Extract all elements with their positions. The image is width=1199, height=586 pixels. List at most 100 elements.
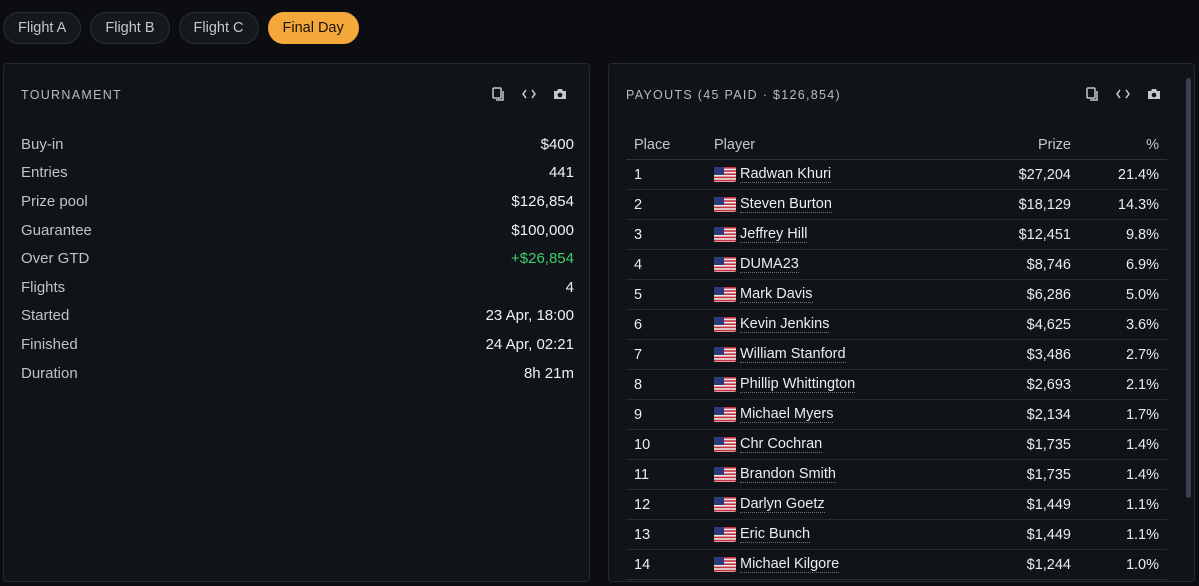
place-cell: 12 [626,489,706,520]
place-cell: 6 [626,309,706,340]
table-row: 11 Brandon Smith $1,735 1.4% [626,459,1167,490]
copy-icon[interactable] [491,86,505,102]
payouts-scrollbar[interactable] [1186,78,1191,498]
place-cell: 4 [626,249,706,280]
payouts-header-row: Place Player Prize % [626,130,1167,160]
place-cell: 8 [626,369,706,400]
player-name-link[interactable]: Radwan Khuri [740,166,832,183]
pct-cell: 1.4% [1079,459,1167,490]
pct-cell: 1.4% [1079,429,1167,460]
place-cell: 14 [626,549,706,580]
stat-row: Entries 441 [21,159,574,188]
stat-label: Duration [21,364,78,382]
us-flag-icon [714,257,736,272]
us-flag-icon [714,407,736,422]
pct-cell: 2.7% [1079,339,1167,370]
place-cell: 10 [626,429,706,460]
tab-flight-c[interactable]: Flight C [178,12,259,44]
player-cell: Kevin Jenkins [706,309,973,340]
tournament-panel: TOURNAMENT Buy-in $400 Entries 441 Prize poo… [3,63,590,582]
player-cell: Mark Davis [706,279,973,310]
table-row: 9 Michael Myers $2,134 1.7% [626,399,1167,430]
stat-value: 24 Apr, 02:21 [485,335,574,353]
us-flag-icon [714,557,736,572]
table-row: 3 Jeffrey Hill $12,451 9.8% [626,219,1167,250]
player-name-link[interactable]: Eric Bunch [740,526,811,543]
copy-icon[interactable] [1085,86,1099,102]
place-cell: 3 [626,219,706,250]
pct-cell: 9.8% [1079,219,1167,250]
player-name-link[interactable]: Chr Cochran [740,436,823,453]
player-info: Kevin Jenkins [714,316,965,333]
stat-label: Buy-in [21,135,64,153]
prize-cell: $1,449 [973,489,1079,520]
prize-cell: $12,451 [973,219,1079,250]
place-cell: 9 [626,399,706,430]
player-name-link[interactable]: Jeffrey Hill [740,226,808,243]
us-flag-icon [714,197,736,212]
player-info: Michael Myers [714,406,965,423]
player-cell: DUMA23 [706,249,973,280]
camera-icon[interactable] [553,86,567,102]
prize-cell: $18,129 [973,189,1079,220]
stat-label: Flights [21,278,66,296]
player-name-link[interactable]: Kevin Jenkins [740,316,830,333]
player-name-link[interactable]: Mark Davis [740,286,813,303]
col-pct-header: % [1079,130,1167,160]
table-row: 10 Chr Cochran $1,735 1.4% [626,429,1167,460]
tab-final-day[interactable]: Final Day [267,12,359,44]
player-info: William Stanford [714,346,965,363]
player-info: Mark Davis [714,286,965,303]
us-flag-icon [714,437,736,452]
stat-label: Started [21,307,70,325]
stat-row: Started 23 Apr, 18:00 [21,302,574,331]
player-name-link[interactable]: Michael Myers [740,406,834,423]
table-row: 14 Michael Kilgore $1,244 1.0% [626,549,1167,580]
payouts-title: PAYOUTS (45 PAID · $126,854) [626,88,841,102]
stat-row: Buy-in $400 [21,130,574,159]
prize-cell: $2,693 [973,369,1079,400]
prize-cell: $8,746 [973,249,1079,280]
place-cell: 13 [626,519,706,550]
player-info: Eric Bunch [714,526,965,543]
tab-flight-b[interactable]: Flight B [90,12,170,44]
player-info: Phillip Whittington [714,376,965,393]
us-flag-icon [714,497,736,512]
player-name-link[interactable]: Phillip Whittington [740,376,856,393]
camera-icon[interactable] [1147,86,1161,102]
player-name-link[interactable]: Michael Kilgore [740,556,840,573]
payouts-table: Place Player Prize % 1 Radwan Khuri $27,20… [626,130,1167,580]
code-icon[interactable] [522,86,536,102]
tournament-actions [491,86,567,102]
us-flag-icon [714,317,736,332]
stat-value: 8h 21m [523,364,574,382]
table-row: 7 William Stanford $3,486 2.7% [626,339,1167,370]
tournament-stats: Buy-in $400 Entries 441 Prize pool $126,854 Gu… [21,130,574,387]
player-cell: Radwan Khuri [706,159,973,190]
pct-cell: 6.9% [1079,249,1167,280]
table-row: 13 Eric Bunch $1,449 1.1% [626,519,1167,550]
player-name-link[interactable]: DUMA23 [740,256,799,273]
pct-cell: 14.3% [1079,189,1167,220]
prize-cell: $2,134 [973,399,1079,430]
player-info: Steven Burton [714,196,965,213]
code-icon[interactable] [1116,86,1130,102]
us-flag-icon [714,227,736,242]
prize-cell: $1,449 [973,519,1079,550]
player-name-link[interactable]: Darlyn Goetz [740,496,825,513]
stat-label: Prize pool [21,192,88,210]
place-cell: 1 [626,159,706,190]
us-flag-icon [714,347,736,362]
stat-label: Finished [21,335,78,353]
table-row: 12 Darlyn Goetz $1,449 1.1% [626,489,1167,520]
player-name-link[interactable]: Brandon Smith [740,466,836,483]
prize-cell: $1,735 [973,429,1079,460]
pct-cell: 1.7% [1079,399,1167,430]
player-name-link[interactable]: William Stanford [740,346,846,363]
pct-cell: 2.1% [1079,369,1167,400]
stat-row: Duration 8h 21m [21,359,574,388]
player-cell: Jeffrey Hill [706,219,973,250]
tab-flight-a[interactable]: Flight A [3,12,82,44]
place-cell: 7 [626,339,706,370]
player-name-link[interactable]: Steven Burton [740,196,832,213]
